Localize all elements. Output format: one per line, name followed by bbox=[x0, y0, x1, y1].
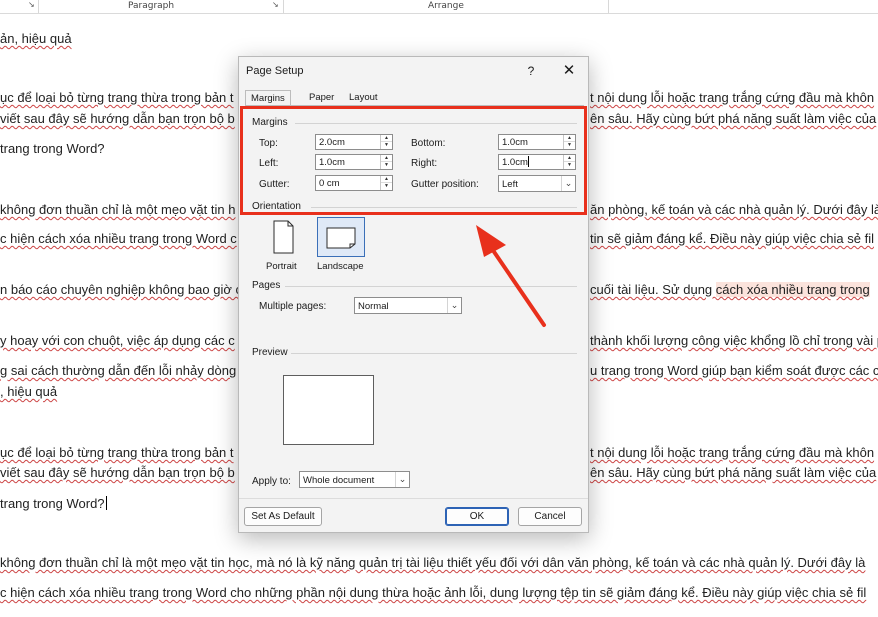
ribbon-strip: ↘ Paragraph ↘ Arrange bbox=[0, 0, 878, 14]
ok-button[interactable]: OK bbox=[445, 507, 509, 526]
doc-line: viết sau đây sẽ hướng dẫn bạn trọn bộ b bbox=[0, 111, 235, 126]
landscape-option[interactable] bbox=[317, 217, 365, 257]
close-icon[interactable]: ✕ bbox=[557, 60, 581, 82]
doc-line: n báo cáo chuyên nghiệp không bao giờ c bbox=[0, 282, 242, 297]
doc-line: cuối tài liệu. Sử dụng cách xóa nhiều tr… bbox=[590, 282, 870, 297]
dialog-title: Page Setup bbox=[246, 65, 304, 77]
chevron-down-icon[interactable]: ⌄ bbox=[395, 472, 409, 487]
doc-line: tin sẽ giảm đáng kể. Điều này giúp việc … bbox=[590, 231, 874, 246]
cancel-button[interactable]: Cancel bbox=[518, 507, 582, 526]
dialog-launcher-icon[interactable]: ↘ bbox=[28, 1, 36, 9]
doc-line: t nội dung lỗi hoặc trang trắng cứng đầu… bbox=[590, 445, 875, 460]
tab-margins[interactable]: Margins bbox=[245, 90, 291, 106]
doc-line: c hiện cách xóa nhiều trang trong Word c bbox=[0, 231, 237, 246]
doc-line: c hiện cách xóa nhiều trang trong Word c… bbox=[0, 585, 867, 600]
multiple-pages-dropdown[interactable]: Normal ⌄ bbox=[354, 297, 462, 314]
doc-line: ên sâu. Hãy cùng bứt phá năng suất làm v… bbox=[590, 111, 877, 126]
preview-group-label: Preview bbox=[252, 347, 288, 358]
ribbon-separator bbox=[608, 0, 609, 13]
apply-to-value: Whole document bbox=[303, 475, 375, 486]
margins-highlight-box bbox=[240, 106, 587, 215]
doc-line: không đơn thuần chỉ là một mẹo vặt tin h bbox=[0, 202, 236, 217]
doc-line: trang trong Word? bbox=[0, 496, 107, 511]
tab-paper[interactable]: Paper bbox=[304, 90, 339, 106]
footer-divider bbox=[239, 498, 588, 499]
doc-line: viết sau đây sẽ hướng dẫn bạn trọn bộ b bbox=[0, 465, 235, 480]
paragraph-launcher-icon[interactable]: ↘ bbox=[272, 1, 280, 9]
pages-group-label: Pages bbox=[252, 280, 281, 291]
portrait-option[interactable] bbox=[259, 217, 307, 257]
doc-line: không đơn thuần chỉ là một mẹo vặt tin h… bbox=[0, 555, 866, 570]
red-arrow-icon bbox=[476, 225, 546, 327]
apply-to-label: Apply to: bbox=[252, 476, 291, 487]
doc-line: y hoay với con chuột, việc áp dụng các c bbox=[0, 333, 235, 348]
arrange-group-label: Arrange bbox=[428, 1, 464, 11]
doc-line: ăn phòng, kế toán và các nhà quản lý. Dư… bbox=[590, 202, 878, 217]
multiple-pages-label: Multiple pages: bbox=[259, 301, 327, 312]
apply-to-dropdown[interactable]: Whole document ⌄ bbox=[299, 471, 410, 488]
set-as-default-button[interactable]: Set As Default bbox=[244, 507, 322, 526]
doc-line: t nội dung lỗi hoặc trang trắng cứng đầu… bbox=[590, 90, 875, 105]
landscape-page-icon bbox=[326, 227, 356, 249]
help-icon[interactable]: ? bbox=[519, 60, 543, 82]
preview-page bbox=[283, 375, 374, 445]
dialog-titlebar[interactable]: Page Setup ? ✕ bbox=[239, 57, 588, 85]
multiple-pages-value: Normal bbox=[358, 301, 389, 312]
doc-line: g sai cách thường dẫn đến lỗi nhảy dòng bbox=[0, 363, 237, 378]
doc-line: trang trong Word? bbox=[0, 141, 105, 156]
text-cursor bbox=[105, 496, 107, 510]
landscape-label: Landscape bbox=[317, 261, 364, 272]
doc-line: ục để loại bỏ từng trang thừa trong bản … bbox=[0, 445, 234, 460]
ribbon-separator bbox=[38, 0, 39, 13]
doc-line: ên sâu. Hãy cùng bứt phá năng suất làm v… bbox=[590, 465, 877, 480]
portrait-label: Portrait bbox=[266, 261, 297, 272]
doc-line: , hiệu quả bbox=[0, 384, 58, 399]
doc-line: u trang trong Word giúp bạn kiểm soát đư… bbox=[590, 363, 878, 378]
paragraph-group-label: Paragraph bbox=[128, 1, 175, 11]
doc-line: thành khối lượng công việc khổng lồ chỉ … bbox=[590, 333, 878, 348]
group-divider bbox=[291, 353, 577, 354]
chevron-down-icon[interactable]: ⌄ bbox=[447, 298, 461, 313]
tab-layout[interactable]: Layout bbox=[344, 90, 383, 106]
portrait-page-icon bbox=[273, 220, 294, 254]
doc-line: ản, hiệu quả bbox=[0, 31, 72, 46]
doc-line: ục để loại bỏ từng trang thừa trong bản … bbox=[0, 90, 234, 105]
ribbon-separator bbox=[283, 0, 284, 13]
